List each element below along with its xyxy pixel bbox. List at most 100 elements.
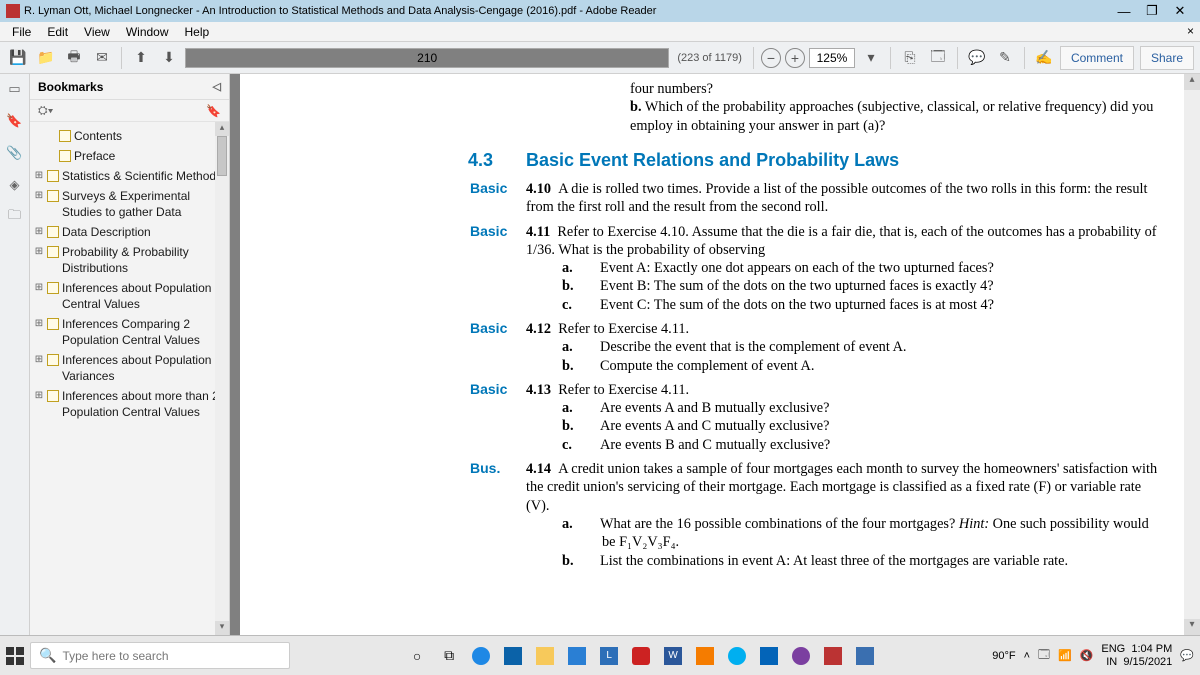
email-icon[interactable]: ✉	[90, 46, 114, 70]
page-scrollbar[interactable]: ▴ ▾	[1184, 74, 1200, 635]
notifications-icon[interactable]: 💬	[1180, 649, 1194, 662]
store-icon[interactable]	[500, 643, 526, 669]
doc-close-button[interactable]: ×	[1187, 24, 1194, 38]
cortana-icon[interactable]: ○	[404, 643, 430, 669]
sub-text: Are events B and C mutually exclusive?	[600, 437, 830, 453]
sub-text: Compute the complement of event A.	[600, 358, 814, 374]
bookmark-item[interactable]: ⊞Inferences Comparing 2 Population Centr…	[32, 314, 227, 350]
scroll-up-icon[interactable]: ▴	[215, 122, 229, 136]
tool-icon-1[interactable]: ⎘	[898, 46, 922, 70]
outlook-icon[interactable]	[756, 643, 782, 669]
bookmark-icon	[47, 170, 59, 182]
zoom-in-icon[interactable]: +	[785, 48, 805, 68]
clock[interactable]: ENG 1:04 PM IN 9/15/2021	[1101, 643, 1172, 669]
page-up-icon[interactable]: ⬆	[129, 46, 153, 70]
skype-icon[interactable]	[724, 643, 750, 669]
bookmark-item[interactable]: ⊞Surveys & Experimental Studies to gathe…	[32, 186, 227, 222]
attachment-icon[interactable]: 📎	[6, 144, 24, 162]
page-input[interactable]	[185, 48, 669, 68]
bookmark-item[interactable]: ⊞Inferences about Population Central Val…	[32, 278, 227, 314]
highlight-icon[interactable]: ✎	[993, 46, 1017, 70]
security-icon[interactable]	[628, 643, 654, 669]
expand-icon[interactable]: ⊞	[34, 188, 44, 204]
expand-icon[interactable]: ⊞	[34, 316, 44, 332]
menu-help[interactable]: Help	[177, 25, 218, 39]
bookmark-item[interactable]: ⊞Statistics & Scientific Method	[32, 166, 227, 186]
scroll-up-icon[interactable]: ▴	[1184, 74, 1200, 90]
expand-icon[interactable]: ⊞	[34, 244, 44, 260]
signatures-icon[interactable]: 🗀	[6, 208, 24, 226]
taskbar-search[interactable]: 🔍 Type here to search	[30, 642, 290, 669]
layers-icon[interactable]: ◈	[6, 176, 24, 194]
comment-button[interactable]: Comment	[1060, 46, 1134, 70]
zoom-out-icon[interactable]: −	[761, 48, 781, 68]
sub-text: Event A: Exactly one dot appears on each…	[600, 260, 994, 276]
page-down-icon[interactable]: ⬇	[157, 46, 181, 70]
menu-edit[interactable]: Edit	[39, 25, 76, 39]
edge-icon[interactable]	[468, 643, 494, 669]
bookmark-icon	[59, 130, 71, 142]
lang-label: ENG	[1101, 643, 1125, 655]
tray-chevron-icon[interactable]: ˄	[1024, 650, 1030, 662]
thumbnails-icon[interactable]: ▭	[6, 80, 24, 98]
bookmark-item[interactable]: Preface	[44, 146, 227, 166]
scroll-down-icon[interactable]: ▾	[1184, 619, 1200, 635]
expand-icon[interactable]: ⊞	[34, 352, 44, 368]
bookmarks-title: Bookmarks	[38, 80, 103, 94]
app-icon[interactable]: L	[596, 643, 622, 669]
photos-icon[interactable]	[852, 643, 878, 669]
sub-label: b.	[582, 357, 600, 375]
tray-battery-icon[interactable]: 🗔	[1038, 646, 1050, 665]
bookmark-tab-icon[interactable]: 🔖	[6, 112, 24, 130]
sign-icon[interactable]: ✍	[1032, 46, 1056, 70]
annotate-icon[interactable]: 💬	[965, 46, 989, 70]
app2-icon[interactable]	[788, 643, 814, 669]
reader-icon[interactable]	[820, 643, 846, 669]
bookmarks-scrollbar[interactable]: ▴ ▾	[215, 122, 229, 635]
zoom-dropdown-icon[interactable]: ▾	[859, 46, 883, 70]
bookmarks-options-icon[interactable]: ⛭▾	[38, 103, 53, 118]
section-title: Basic Event Relations and Probability La…	[526, 150, 899, 170]
scroll-down-icon[interactable]: ▾	[215, 621, 229, 635]
pdf-icon	[6, 4, 20, 18]
collapse-panel-icon[interactable]: ◁	[213, 80, 221, 93]
expand-icon[interactable]: ⊞	[34, 168, 44, 184]
sub-text: Event C: The sum of the dots on the two …	[600, 297, 994, 313]
bookmark-item[interactable]: ⊞Data Description	[32, 222, 227, 242]
search-icon: 🔍	[39, 647, 56, 664]
save-icon[interactable]: 💾	[6, 46, 30, 70]
bookmark-icon	[47, 354, 59, 366]
tray-wifi-icon[interactable]: 📶	[1058, 649, 1072, 662]
exercise-level: Basic	[470, 180, 526, 217]
weather-widget[interactable]: 90°F	[992, 650, 1015, 662]
maximize-button[interactable]: ❐	[1138, 3, 1166, 19]
open-icon[interactable]: 📁	[34, 46, 58, 70]
intro-question: Which of the probability approaches (sub…	[630, 99, 1153, 133]
bookmarks-new-icon[interactable]: 🔖	[206, 104, 221, 118]
menu-view[interactable]: View	[76, 25, 118, 39]
tray-volume-icon[interactable]: 🔇	[1080, 649, 1094, 662]
close-button[interactable]: ✕	[1166, 3, 1194, 19]
bookmark-item[interactable]: ⊞Inferences about Population Variances	[32, 350, 227, 386]
menu-file[interactable]: File	[4, 25, 39, 39]
menu-window[interactable]: Window	[118, 25, 177, 39]
bookmark-item[interactable]: Contents	[44, 126, 227, 146]
tool-icon-2[interactable]: 🗔	[926, 46, 950, 70]
zoom-input[interactable]	[809, 48, 855, 68]
minimize-button[interactable]: —	[1110, 4, 1138, 19]
start-button[interactable]	[6, 647, 24, 665]
exercise-level: Basic	[470, 320, 526, 375]
scroll-thumb[interactable]	[217, 136, 227, 176]
explorer-icon[interactable]	[532, 643, 558, 669]
word-icon[interactable]: W	[660, 643, 686, 669]
mail-icon[interactable]	[564, 643, 590, 669]
bookmark-item[interactable]: ⊞Inferences about more than 2 Population…	[32, 386, 227, 422]
share-button[interactable]: Share	[1140, 46, 1194, 70]
expand-icon[interactable]: ⊞	[34, 280, 44, 296]
media-icon[interactable]	[692, 643, 718, 669]
expand-icon[interactable]: ⊞	[34, 388, 44, 404]
print-icon[interactable]: 🖶	[62, 46, 86, 70]
expand-icon[interactable]: ⊞	[34, 224, 44, 240]
bookmark-item[interactable]: ⊞Probability & Probability Distributions	[32, 242, 227, 278]
taskview-icon[interactable]: ⧉	[436, 643, 462, 669]
